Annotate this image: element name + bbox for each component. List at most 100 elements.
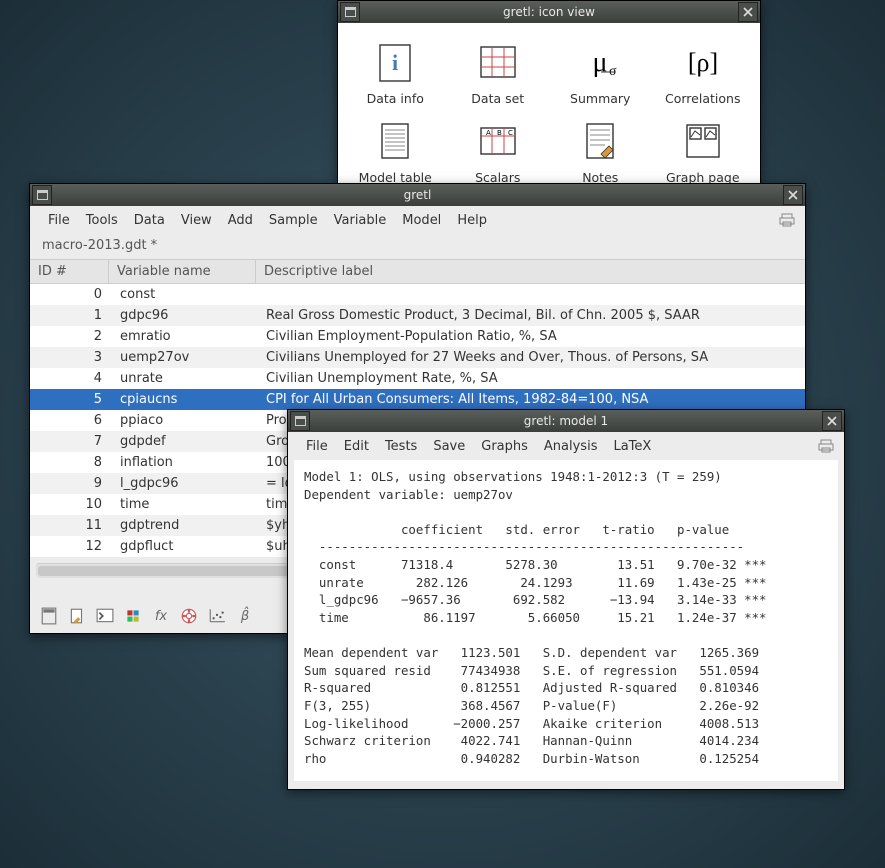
cell-id: 0	[30, 284, 112, 305]
icon-notes[interactable]: Notes	[549, 114, 652, 193]
table-header: ID # Variable name Descriptive label	[30, 259, 805, 284]
table-row[interactable]: 4unrateCivilian Unemployment Rate, %, SA	[30, 368, 805, 389]
cell-id: 10	[30, 494, 112, 515]
icon-scalars[interactable]: ABC Scalars	[447, 114, 550, 193]
icon-graphpage[interactable]: Graph page	[652, 114, 755, 193]
cell-name: cpiaucns	[112, 389, 258, 410]
titlebar[interactable]: gretl	[30, 184, 805, 206]
cell-label: CPI for All Urban Consumers: All Items, …	[258, 389, 805, 410]
cell-name: emratio	[112, 326, 258, 347]
icon-modeltable[interactable]: Model table	[344, 114, 447, 193]
window-menu-icon[interactable]	[340, 2, 360, 22]
summary-icon: μσ	[579, 41, 621, 83]
plot-icon[interactable]	[208, 607, 226, 625]
filename-label: macro-2013.gdt *	[30, 234, 805, 259]
window-title: gretl: icon view	[360, 5, 738, 19]
cell-id: 9	[30, 473, 112, 494]
cell-id: 3	[30, 347, 112, 368]
model-menu-latex[interactable]: LaTeX	[605, 436, 659, 457]
cell-label: Civilians Unemployed for 27 Weeks and Ov…	[258, 347, 805, 368]
close-icon[interactable]	[822, 411, 842, 431]
main-menu-sample[interactable]: Sample	[261, 210, 326, 231]
model-menu-edit[interactable]: Edit	[336, 436, 377, 457]
main-menu-model[interactable]: Model	[394, 210, 449, 231]
main-menu-file[interactable]: File	[40, 210, 78, 231]
main-menu-tools[interactable]: Tools	[78, 210, 126, 231]
cell-name: const	[112, 284, 258, 305]
col-id[interactable]: ID #	[30, 260, 109, 283]
console-icon[interactable]	[96, 607, 114, 625]
titlebar[interactable]: gretl: model 1	[288, 410, 844, 432]
cell-name: gdpdef	[112, 431, 258, 452]
cell-name: gdpfluct	[112, 536, 258, 557]
menubar: FileToolsDataViewAddSampleVariableModelH…	[30, 206, 805, 234]
correlations-icon: [ρ]	[682, 41, 724, 83]
cell-name: unrate	[112, 368, 258, 389]
cell-id: 4	[30, 368, 112, 389]
table-row[interactable]: 5cpiaucnsCPI for All Urban Consumers: Al…	[30, 389, 805, 410]
cell-id: 7	[30, 431, 112, 452]
icon-correlations[interactable]: [ρ] Correlations	[652, 35, 755, 114]
calculator-icon[interactable]	[40, 607, 58, 625]
titlebar[interactable]: gretl: icon view	[338, 1, 760, 23]
dataset-icon	[477, 41, 519, 83]
icon-label: Data info	[367, 91, 424, 106]
cell-name: inflation	[112, 452, 258, 473]
model-output[interactable]: Model 1: OLS, using observations 1948:1-…	[294, 460, 838, 781]
print-icon[interactable]	[818, 438, 834, 454]
model-menu-save[interactable]: Save	[425, 436, 473, 457]
icon-label: Data set	[471, 91, 524, 106]
table-row[interactable]: 0const	[30, 284, 805, 305]
main-menu-view[interactable]: View	[173, 210, 220, 231]
model-menu-analysis[interactable]: Analysis	[536, 436, 606, 457]
table-row[interactable]: 2emratioCivilian Employment-Population R…	[30, 326, 805, 347]
col-name[interactable]: Variable name	[109, 260, 256, 283]
cell-label: Civilian Employment-Population Ratio, %,…	[258, 326, 805, 347]
icon-info[interactable]: i Data info	[344, 35, 447, 114]
svg-text:A: A	[486, 129, 491, 137]
menubar: FileEditTestsSaveGraphsAnalysisLaTeX	[288, 432, 844, 460]
icon-label: Correlations	[665, 91, 740, 106]
icon-view-window: gretl: icon view i Data info Data set μσ …	[337, 0, 761, 204]
close-icon[interactable]	[783, 185, 803, 205]
fx-icon[interactable]: fx	[152, 607, 170, 625]
window-title: gretl: model 1	[310, 414, 822, 428]
table-row[interactable]: 1gdpc96Real Gross Domestic Product, 3 De…	[30, 305, 805, 326]
model-menu-file[interactable]: File	[298, 436, 336, 457]
cell-id: 1	[30, 305, 112, 326]
cell-name: time	[112, 494, 258, 515]
cell-id: 8	[30, 452, 112, 473]
window-menu-icon[interactable]	[290, 411, 310, 431]
beta-icon[interactable]: β̂	[236, 607, 254, 625]
model-menu-tests[interactable]: Tests	[377, 436, 425, 457]
cell-label: Real Gross Domestic Product, 3 Decimal, …	[258, 305, 805, 326]
cell-label	[258, 284, 805, 305]
main-menu-add[interactable]: Add	[220, 210, 261, 231]
model-menu-graphs[interactable]: Graphs	[473, 436, 536, 457]
icon-dataset[interactable]: Data set	[447, 35, 550, 114]
close-icon[interactable]	[738, 2, 758, 22]
window-title: gretl	[52, 188, 783, 202]
main-menu-data[interactable]: Data	[126, 210, 173, 231]
db-icon[interactable]	[124, 607, 142, 625]
main-menu-variable[interactable]: Variable	[326, 210, 395, 231]
edit-icon[interactable]	[68, 607, 86, 625]
icon-label: Summary	[570, 91, 630, 106]
notes-icon	[579, 120, 621, 162]
table-row[interactable]: 3uemp27ovCivilians Unemployed for 27 Wee…	[30, 347, 805, 368]
main-menu-help[interactable]: Help	[449, 210, 495, 231]
cell-name: uemp27ov	[112, 347, 258, 368]
cell-id: 5	[30, 389, 112, 410]
cell-id: 2	[30, 326, 112, 347]
print-icon[interactable]	[779, 212, 795, 228]
cell-name: gdpc96	[112, 305, 258, 326]
help-icon[interactable]	[180, 607, 198, 625]
icon-summary[interactable]: μσ Summary	[549, 35, 652, 114]
svg-text:μ: μ	[593, 47, 608, 78]
svg-text:B: B	[497, 129, 502, 137]
cell-id: 11	[30, 515, 112, 536]
window-menu-icon[interactable]	[32, 185, 52, 205]
cell-label: Civilian Unemployment Rate, %, SA	[258, 368, 805, 389]
col-label[interactable]: Descriptive label	[256, 260, 805, 283]
cell-name: l_gdpc96	[112, 473, 258, 494]
